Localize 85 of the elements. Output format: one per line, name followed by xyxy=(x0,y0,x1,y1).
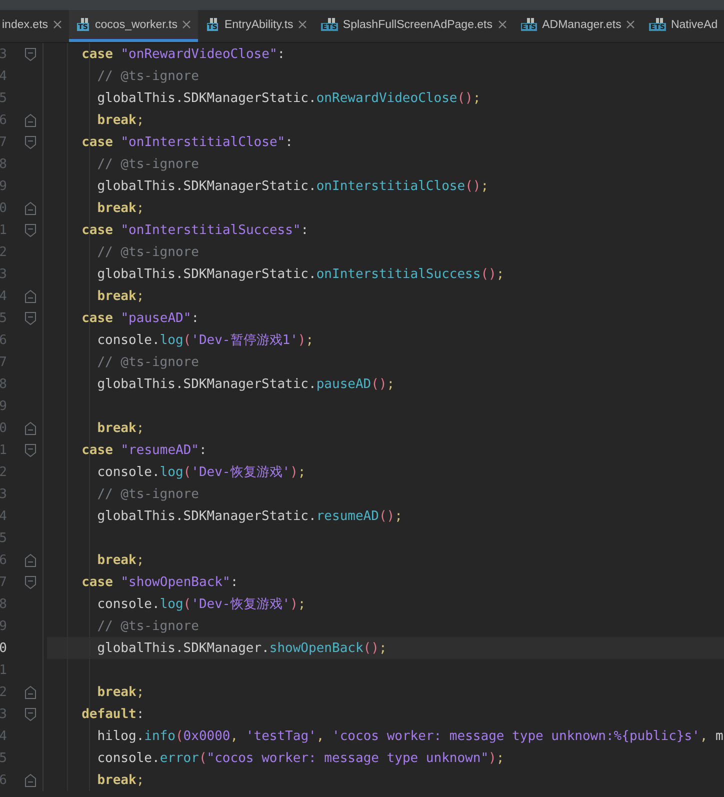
line-number: 2 xyxy=(0,244,7,260)
line-number: 3 xyxy=(0,266,7,282)
fold-icon[interactable] xyxy=(24,554,36,566)
line-number: 3 xyxy=(0,46,7,62)
code-line: case "resumeAD": xyxy=(82,442,207,458)
fold-icon[interactable] xyxy=(24,774,36,786)
code-line: // @ts-ignore xyxy=(97,244,199,260)
line-number: 6 xyxy=(0,552,7,568)
close-icon[interactable] xyxy=(298,20,308,29)
code-line: break; xyxy=(97,684,144,700)
line-number: 8 xyxy=(0,596,7,612)
fold-icon[interactable] xyxy=(24,202,36,214)
line-number: 6 xyxy=(0,772,7,788)
fold-icon[interactable] xyxy=(24,290,36,302)
fold-icon[interactable] xyxy=(24,708,36,720)
file-tab[interactable]: index.ets xyxy=(0,10,70,42)
line-number: 3 xyxy=(0,706,7,722)
code-line: // @ts-ignore xyxy=(97,354,199,370)
line-number: 5 xyxy=(0,90,7,106)
line-number: 6 xyxy=(0,332,7,348)
line-number: 6 xyxy=(0,112,7,128)
code-line: hilog.info(0x0000, 'testTag', 'cocos worker: message type unknown:%{public}s', m xyxy=(97,728,724,744)
close-icon[interactable] xyxy=(53,20,62,29)
code-line: break; xyxy=(97,772,144,788)
fold-icon[interactable] xyxy=(24,136,36,148)
line-number: 9 xyxy=(0,618,7,634)
code-line: globalThis.SDKManagerStatic.onInterstitialClose(); xyxy=(97,178,489,194)
line-number: 4 xyxy=(0,728,7,744)
code-line: break; xyxy=(97,200,144,216)
line-number: 5 xyxy=(0,750,7,766)
fold-icon[interactable] xyxy=(24,48,36,60)
code-line: case "onInterstitialSuccess": xyxy=(82,222,309,238)
line-number: 2 xyxy=(0,684,7,700)
fold-icon[interactable] xyxy=(24,114,36,126)
fold-icon[interactable] xyxy=(24,444,36,456)
code-line: break; xyxy=(97,112,144,128)
code-line: // @ts-ignore xyxy=(97,486,199,502)
code-line: // @ts-ignore xyxy=(97,156,199,172)
line-number: 1 xyxy=(0,442,7,458)
line-number: 0 xyxy=(0,420,7,436)
fold-icon[interactable] xyxy=(24,576,36,588)
fold-icon[interactable] xyxy=(24,224,36,236)
line-number: 0 xyxy=(0,640,7,656)
close-icon[interactable] xyxy=(182,20,192,29)
code-line: case "onInterstitialClose": xyxy=(82,134,293,150)
code-line: // @ts-ignore xyxy=(97,68,199,84)
code-line: case "onRewardVideoClose": xyxy=(82,46,286,62)
line-number: 4 xyxy=(0,68,7,84)
fold-icon[interactable] xyxy=(24,422,36,434)
line-number: 3 xyxy=(0,486,7,502)
code-line: globalThis.SDKManagerStatic.onInterstitialSuccess(); xyxy=(97,266,504,282)
line-number: 9 xyxy=(0,398,7,414)
line-number: 8 xyxy=(0,376,7,392)
code-line: console.error("cocos worker: message type unknown"); xyxy=(97,750,504,766)
line-number: 7 xyxy=(0,574,7,590)
line-number: 5 xyxy=(0,530,7,546)
code-line: globalThis.SDKManagerStatic.pauseAD(); xyxy=(97,376,395,392)
code-line: case "pauseAD": xyxy=(82,310,200,326)
fold-icon[interactable] xyxy=(24,312,36,324)
line-number: 8 xyxy=(0,156,7,172)
code-line: case "showOpenBack": xyxy=(82,574,238,590)
close-icon[interactable] xyxy=(626,20,636,29)
line-number: 0 xyxy=(0,200,7,216)
code-line: console.log('Dev-恢复游戏'); xyxy=(97,464,306,481)
line-number: 2 xyxy=(0,464,7,480)
line-number: 4 xyxy=(0,508,7,524)
line-number: 4 xyxy=(0,288,7,304)
code-line: break; xyxy=(97,552,144,568)
line-number: 7 xyxy=(0,354,7,370)
code-line: default: xyxy=(82,706,144,722)
line-number: 1 xyxy=(0,222,7,238)
code-line: globalThis.SDKManager.showOpenBack(); xyxy=(97,640,387,656)
code-line: globalThis.SDKManagerStatic.resumeAD(); xyxy=(97,508,402,524)
line-number: 9 xyxy=(0,178,7,194)
code-line: console.log('Dev-暂停游戏1'); xyxy=(97,332,314,349)
close-icon[interactable] xyxy=(498,20,506,29)
code-line: console.log('Dev-恢复游戏'); xyxy=(97,596,306,613)
code-line: // @ts-ignore xyxy=(97,618,199,634)
fold-icon[interactable] xyxy=(24,686,36,698)
code-line: globalThis.SDKManagerStatic.onRewardVideoClose(); xyxy=(97,90,481,106)
code-line: break; xyxy=(97,420,144,436)
code-line: break; xyxy=(97,288,144,304)
line-number: 1 xyxy=(0,662,7,678)
line-number: 7 xyxy=(0,134,7,150)
line-number: 5 xyxy=(0,310,7,326)
